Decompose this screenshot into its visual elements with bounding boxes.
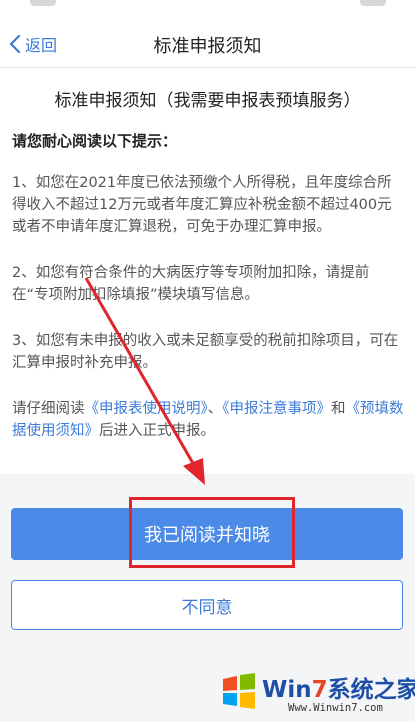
watermark: Win7系统之家 Www.Winwin7.com — [218, 664, 415, 720]
nav-bar: 返回 标准申报须知 — [0, 20, 415, 68]
conjunction: 和 — [331, 401, 346, 417]
watermark-brand: Win7系统之家 — [262, 670, 415, 704]
watermark-brand-cn: 系统之家 — [327, 677, 415, 703]
status-indicator — [360, 0, 386, 6]
status-bar — [0, 0, 415, 20]
notice-panel: 标准申报须知（我需要申报表预填服务） 请您耐心阅读以下提示： 1、如您在2021… — [0, 68, 415, 474]
status-indicator — [30, 0, 56, 6]
windows-logo-icon — [223, 673, 255, 709]
read-suffix: 后进入正式申报。 — [99, 423, 215, 439]
separator: 、 — [207, 401, 223, 417]
link-filing-notes[interactable]: 《申报注意事项》 — [222, 401, 331, 417]
disagree-button[interactable]: 不同意 — [11, 580, 403, 630]
watermark-url: Www.Winwin7.com — [288, 702, 383, 714]
read-prefix: 请仔细阅读 — [12, 401, 85, 417]
link-usage-guide[interactable]: 《申报表使用说明》 — [85, 401, 208, 417]
watermark-brand-win: Win — [262, 677, 312, 703]
watermark-brand-seven: 7 — [311, 677, 328, 703]
notice-item-3: 3、如您有未申报的收入或未足额享受的税前扣除项目，可在汇算申报时补充申报。 — [12, 333, 399, 371]
notice-heading: 标准申报须知（我需要申报表预填服务） — [54, 91, 361, 111]
notice-item-2: 2、如您有符合条件的大病医疗等专项附加扣除，请提前在“专项附加扣除填报”模块填写… — [12, 265, 370, 303]
annotation-highlight-box — [129, 497, 295, 568]
notice-item-1: 1、如您在2021年度已依法预缴个人所得税，且年度综合所得收入不超过12万元或者… — [12, 175, 392, 235]
read-instructions: 请仔细阅读《申报表使用说明》、《申报注意事项》和《预填数据使用须知》后进入正式申… — [12, 398, 404, 442]
page-title: 标准申报须知 — [153, 36, 262, 57]
notice-subheading: 请您耐心阅读以下提示： — [12, 132, 178, 150]
